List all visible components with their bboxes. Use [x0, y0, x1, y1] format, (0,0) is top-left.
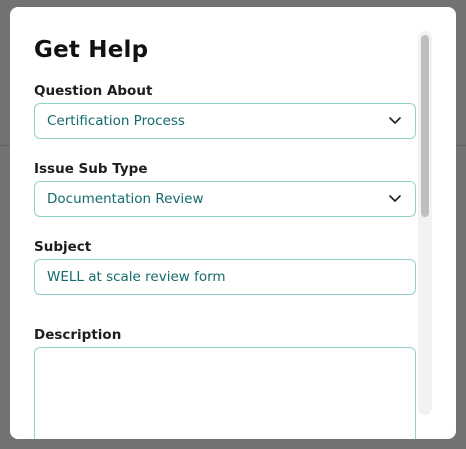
subject-input[interactable]: WELL at scale review form: [34, 259, 416, 295]
description-textarea[interactable]: [34, 347, 416, 439]
issue-sub-type-value: Documentation Review: [47, 191, 204, 207]
chevron-down-icon: [389, 195, 401, 202]
question-about-value: Certification Process: [47, 113, 185, 129]
issue-sub-type-label: Issue Sub Type: [34, 161, 148, 177]
issue-sub-type-select[interactable]: Documentation Review: [34, 181, 416, 217]
subject-label: Subject: [34, 239, 92, 255]
subject-value: WELL at scale review form: [47, 269, 226, 285]
question-about-select[interactable]: Certification Process: [34, 103, 416, 139]
modal-scrollbar[interactable]: [418, 31, 432, 415]
question-about-label: Question About: [34, 83, 153, 99]
description-label: Description: [34, 327, 122, 343]
modal-title: Get Help: [34, 37, 149, 63]
scrollbar-thumb[interactable]: [421, 35, 429, 217]
get-help-modal: Get Help Question About Certification Pr…: [10, 7, 456, 439]
chevron-down-icon: [389, 117, 401, 124]
